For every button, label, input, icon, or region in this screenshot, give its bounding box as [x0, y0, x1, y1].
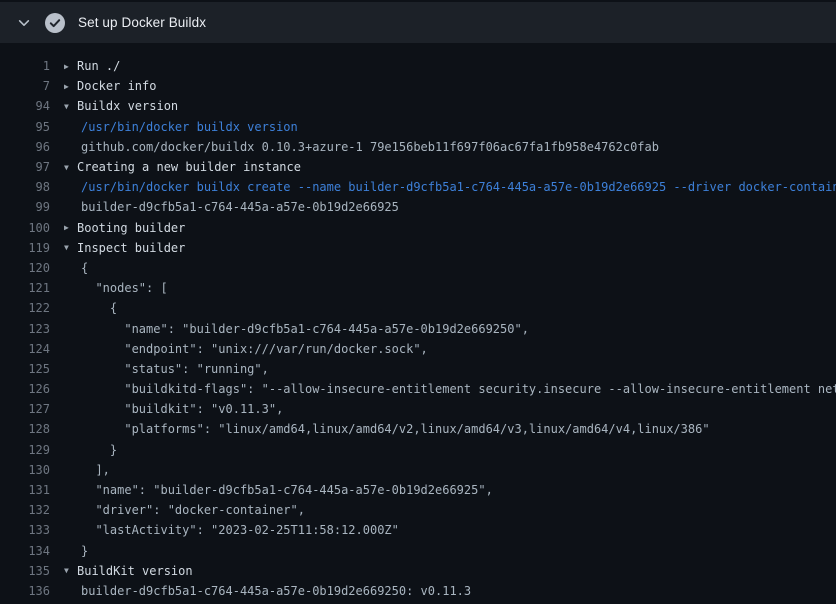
actions-log-viewer: Set up Docker Buildx 1▶Run ./7▶Docker in… — [0, 0, 836, 604]
line-number[interactable]: 132 — [0, 503, 50, 517]
line-number[interactable]: 1 — [0, 59, 50, 73]
line-number[interactable]: 134 — [0, 544, 50, 558]
line-number[interactable]: 127 — [0, 402, 50, 416]
line-number[interactable]: 133 — [0, 523, 50, 537]
log-line[interactable]: 94 ▼Buildx version — [0, 96, 836, 116]
log-body: 1▶Run ./7▶Docker info94▼Buildx version95… — [0, 43, 836, 601]
chevron-down-icon[interactable] — [16, 15, 32, 31]
log-line: 120 { — [0, 258, 836, 278]
line-number[interactable]: 124 — [0, 342, 50, 356]
step-header[interactable]: Set up Docker Buildx — [0, 2, 836, 43]
line-number[interactable]: 135 — [0, 564, 50, 578]
log-line: 127 "buildkit": "v0.11.3", — [0, 399, 836, 419]
log-output-text: "name": "builder-d9cfb5a1-c764-445a-a57e… — [81, 322, 529, 336]
log-line[interactable]: 97 ▼Creating a new builder instance — [0, 157, 836, 177]
line-number[interactable]: 97 — [0, 160, 50, 174]
line-number[interactable]: 100 — [0, 221, 50, 235]
line-number[interactable]: 99 — [0, 200, 50, 214]
check-circle-icon — [45, 13, 65, 33]
log-line[interactable]: 7 ▶Docker info — [0, 76, 836, 96]
log-command-text: /usr/bin/docker buildx version — [81, 120, 298, 134]
log-output-text: builder-d9cfb5a1-c764-445a-a57e-0b19d2e6… — [81, 584, 471, 598]
line-number[interactable]: 95 — [0, 120, 50, 134]
group-collapsed-arrow-icon[interactable]: ▶ — [64, 223, 77, 232]
log-line: 124 "endpoint": "unix:///var/run/docker.… — [0, 339, 836, 359]
log-line[interactable]: 135 ▼BuildKit version — [0, 561, 836, 581]
log-line: 99 builder-d9cfb5a1-c764-445a-a57e-0b19d2… — [0, 197, 836, 217]
log-output-text: "nodes": [ — [81, 281, 168, 295]
group-expanded-arrow-icon[interactable]: ▼ — [64, 163, 77, 172]
group-expanded-arrow-icon[interactable]: ▼ — [64, 243, 77, 252]
log-group-title: Inspect builder — [77, 241, 185, 255]
log-line: 126 "buildkitd-flags": "--allow-insecure… — [0, 379, 836, 399]
log-line[interactable]: 1 ▶Run ./ — [0, 56, 836, 76]
line-number[interactable]: 128 — [0, 422, 50, 436]
log-group-title: Run ./ — [77, 59, 120, 73]
line-number[interactable]: 125 — [0, 362, 50, 376]
log-output-text: "buildkit": "v0.11.3", — [81, 402, 283, 416]
log-line: 130 ], — [0, 460, 836, 480]
line-number[interactable]: 94 — [0, 99, 50, 113]
line-number[interactable]: 96 — [0, 140, 50, 154]
line-number[interactable]: 122 — [0, 301, 50, 315]
log-line: 96 github.com/docker/buildx 0.10.3+azure-… — [0, 137, 836, 157]
log-line: 134} — [0, 541, 836, 561]
log-line: 122 { — [0, 298, 836, 318]
log-output-text: "endpoint": "unix:///var/run/docker.sock… — [81, 342, 428, 356]
log-output-text: "lastActivity": "2023-02-25T11:58:12.000… — [81, 523, 399, 537]
line-number[interactable]: 126 — [0, 382, 50, 396]
line-number[interactable]: 129 — [0, 443, 50, 457]
line-number[interactable]: 7 — [0, 79, 50, 93]
log-output-text: { — [81, 261, 88, 275]
group-expanded-arrow-icon[interactable]: ▼ — [64, 566, 77, 575]
line-number[interactable]: 131 — [0, 483, 50, 497]
line-number[interactable]: 136 — [0, 584, 50, 598]
log-line: 131 "name": "builder-d9cfb5a1-c764-445a-… — [0, 480, 836, 500]
line-number[interactable]: 119 — [0, 241, 50, 255]
log-line: 121 "nodes": [ — [0, 278, 836, 298]
log-output-text: } — [81, 443, 117, 457]
log-output-text: builder-d9cfb5a1-c764-445a-a57e-0b19d2e6… — [81, 200, 399, 214]
step-title: Set up Docker Buildx — [78, 15, 206, 30]
line-number[interactable]: 120 — [0, 261, 50, 275]
line-number[interactable]: 130 — [0, 463, 50, 477]
log-output-text: "status": "running", — [81, 362, 269, 376]
log-group-title: Booting builder — [77, 221, 185, 235]
log-group-title: Docker info — [77, 79, 156, 93]
log-line: 95/usr/bin/docker buildx version — [0, 117, 836, 137]
log-line: 128 "platforms": "linux/amd64,linux/amd6… — [0, 419, 836, 439]
log-line: 132 "driver": "docker-container", — [0, 500, 836, 520]
log-command-text: /usr/bin/docker buildx create --name bui… — [81, 180, 836, 194]
log-group-title: Buildx version — [77, 99, 178, 113]
log-group-title: Creating a new builder instance — [77, 160, 301, 174]
log-output-text: "platforms": "linux/amd64,linux/amd64/v2… — [81, 422, 710, 436]
log-output-text: } — [81, 544, 88, 558]
line-number[interactable]: 123 — [0, 322, 50, 336]
log-line: 129 } — [0, 440, 836, 460]
log-output-text: "buildkitd-flags": "--allow-insecure-ent… — [81, 382, 836, 396]
log-output-text: "driver": "docker-container", — [81, 503, 305, 517]
log-output-text: { — [81, 301, 117, 315]
log-output-text: ], — [81, 463, 110, 477]
line-number[interactable]: 121 — [0, 281, 50, 295]
group-collapsed-arrow-icon[interactable]: ▶ — [64, 62, 77, 71]
log-group-title: BuildKit version — [77, 564, 193, 578]
line-number[interactable]: 98 — [0, 180, 50, 194]
log-line: 125 "status": "running", — [0, 359, 836, 379]
log-line: 136 builder-d9cfb5a1-c764-445a-a57e-0b19d… — [0, 581, 836, 601]
log-line[interactable]: 100 ▶Booting builder — [0, 218, 836, 238]
group-collapsed-arrow-icon[interactable]: ▶ — [64, 82, 77, 91]
log-line: 133 "lastActivity": "2023-02-25T11:58:12… — [0, 520, 836, 540]
log-output-text: "name": "builder-d9cfb5a1-c764-445a-a57e… — [81, 483, 493, 497]
log-line: 98/usr/bin/docker buildx create --name b… — [0, 177, 836, 197]
log-output-text: github.com/docker/buildx 0.10.3+azure-1 … — [81, 140, 659, 154]
log-line: 123 "name": "builder-d9cfb5a1-c764-445a-… — [0, 318, 836, 338]
group-expanded-arrow-icon[interactable]: ▼ — [64, 102, 77, 111]
log-line[interactable]: 119 ▼Inspect builder — [0, 238, 836, 258]
